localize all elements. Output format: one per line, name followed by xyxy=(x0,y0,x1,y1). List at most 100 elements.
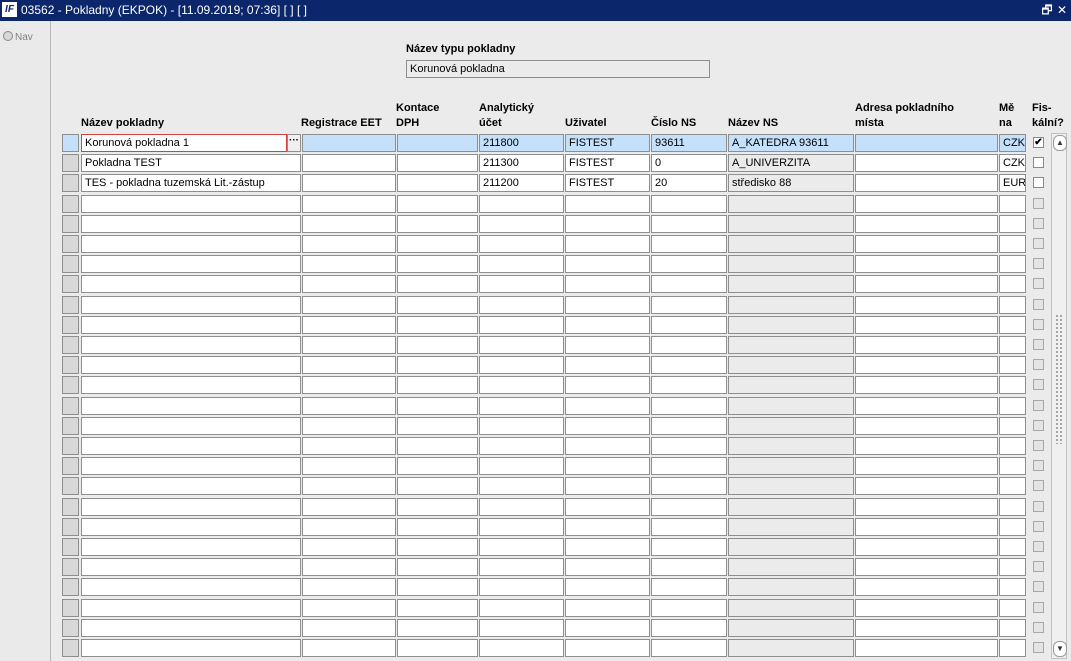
cell-ucet[interactable] xyxy=(479,619,564,637)
cell-kontace[interactable] xyxy=(397,336,478,354)
scroll-down-icon[interactable]: ▼ xyxy=(1053,641,1067,657)
cell-uzivatel[interactable] xyxy=(565,397,650,415)
cell-eet[interactable] xyxy=(302,195,396,213)
cell-ucet[interactable] xyxy=(479,538,564,556)
cell-adresa[interactable] xyxy=(855,356,998,374)
cell-adresa[interactable] xyxy=(855,134,998,152)
row-indicator[interactable] xyxy=(62,477,79,495)
restore-button[interactable]: 🗗 xyxy=(1039,2,1055,18)
cell-adresa[interactable] xyxy=(855,639,998,657)
cell-eet[interactable] xyxy=(302,397,396,415)
row-indicator[interactable] xyxy=(62,538,79,556)
cell-ucet[interactable] xyxy=(479,498,564,516)
cell-kontace[interactable] xyxy=(397,195,478,213)
cell-nazev[interactable] xyxy=(81,437,301,455)
cell-mena[interactable] xyxy=(999,376,1026,394)
cell-cislo-ns[interactable] xyxy=(651,215,727,233)
cell-cislo-ns[interactable] xyxy=(651,437,727,455)
cell-eet[interactable] xyxy=(302,639,396,657)
cell-kontace[interactable] xyxy=(397,558,478,576)
cell-adresa[interactable] xyxy=(855,154,998,172)
cell-ucet[interactable] xyxy=(479,336,564,354)
cell-eet[interactable] xyxy=(302,417,396,435)
cell-cislo-ns[interactable] xyxy=(651,296,727,314)
cell-kontace[interactable] xyxy=(397,518,478,536)
cell-nazev[interactable] xyxy=(81,397,301,415)
scroll-thumb[interactable] xyxy=(1055,314,1063,444)
cell-adresa[interactable] xyxy=(855,599,998,617)
row-indicator[interactable] xyxy=(62,518,79,536)
cell-uzivatel[interactable] xyxy=(565,538,650,556)
cell-uzivatel[interactable] xyxy=(565,457,650,475)
cell-nazev[interactable] xyxy=(81,275,301,293)
cell-nazev[interactable] xyxy=(81,578,301,596)
cell-adresa[interactable] xyxy=(855,437,998,455)
cell-adresa[interactable] xyxy=(855,215,998,233)
row-indicator[interactable] xyxy=(62,174,79,192)
cell-ucet[interactable] xyxy=(479,599,564,617)
cell-cislo-ns[interactable]: 20 xyxy=(651,174,727,192)
cell-mena[interactable] xyxy=(999,599,1026,617)
cell-kontace[interactable] xyxy=(397,639,478,657)
row-indicator[interactable] xyxy=(62,296,79,314)
row-indicator[interactable] xyxy=(62,639,79,657)
cell-uzivatel[interactable] xyxy=(565,477,650,495)
cell-nazev[interactable] xyxy=(81,457,301,475)
cell-ucet[interactable] xyxy=(479,417,564,435)
cell-uzivatel[interactable] xyxy=(565,356,650,374)
cell-uzivatel[interactable] xyxy=(565,518,650,536)
cell-eet[interactable] xyxy=(302,336,396,354)
cell-adresa[interactable] xyxy=(855,235,998,253)
cell-ucet[interactable] xyxy=(479,356,564,374)
cell-nazev[interactable]: TES - pokladna tuzemská Lit.-zástup xyxy=(81,174,301,192)
scroll-up-icon[interactable]: ▲ xyxy=(1053,135,1067,151)
cell-kontace[interactable] xyxy=(397,275,478,293)
cell-mena[interactable] xyxy=(999,356,1026,374)
cell-uzivatel[interactable]: FISTEST xyxy=(565,134,650,152)
cell-nazev[interactable] xyxy=(81,558,301,576)
cell-uzivatel[interactable] xyxy=(565,558,650,576)
cell-uzivatel[interactable] xyxy=(565,336,650,354)
cell-uzivatel[interactable] xyxy=(565,599,650,617)
cell-ucet[interactable] xyxy=(479,437,564,455)
cell-ucet[interactable]: 211300 xyxy=(479,154,564,172)
cell-adresa[interactable] xyxy=(855,477,998,495)
cell-eet[interactable] xyxy=(302,498,396,516)
cell-nazev[interactable] xyxy=(81,356,301,374)
row-indicator[interactable] xyxy=(62,275,79,293)
cell-kontace[interactable] xyxy=(397,417,478,435)
cell-cislo-ns[interactable] xyxy=(651,195,727,213)
row-indicator[interactable] xyxy=(62,558,79,576)
cell-eet[interactable] xyxy=(302,457,396,475)
cell-mena[interactable]: CZK xyxy=(999,154,1026,172)
cell-eet[interactable] xyxy=(302,538,396,556)
cell-kontace[interactable] xyxy=(397,538,478,556)
row-indicator[interactable] xyxy=(62,578,79,596)
cell-nazev[interactable] xyxy=(81,195,301,213)
cell-nazev[interactable] xyxy=(81,255,301,273)
cell-nazev[interactable] xyxy=(81,235,301,253)
cell-eet[interactable] xyxy=(302,356,396,374)
cell-kontace[interactable] xyxy=(397,174,478,192)
cell-mena[interactable] xyxy=(999,397,1026,415)
cell-mena[interactable] xyxy=(999,578,1026,596)
cell-nazev[interactable] xyxy=(81,296,301,314)
cell-ucet[interactable] xyxy=(479,558,564,576)
cell-uzivatel[interactable] xyxy=(565,296,650,314)
cell-uzivatel[interactable] xyxy=(565,639,650,657)
cell-ucet[interactable] xyxy=(479,578,564,596)
cell-adresa[interactable] xyxy=(855,538,998,556)
cell-mena[interactable] xyxy=(999,316,1026,334)
row-indicator[interactable] xyxy=(62,356,79,374)
cell-nazev[interactable]: Pokladna TEST xyxy=(81,154,301,172)
cell-kontace[interactable] xyxy=(397,296,478,314)
cell-eet[interactable] xyxy=(302,154,396,172)
fiskalni-checkbox[interactable] xyxy=(1033,157,1044,168)
cell-eet[interactable] xyxy=(302,296,396,314)
cell-kontace[interactable] xyxy=(397,356,478,374)
cell-cislo-ns[interactable] xyxy=(651,336,727,354)
cell-cislo-ns[interactable] xyxy=(651,255,727,273)
cell-mena[interactable] xyxy=(999,457,1026,475)
cell-mena[interactable] xyxy=(999,235,1026,253)
cell-uzivatel[interactable] xyxy=(565,417,650,435)
